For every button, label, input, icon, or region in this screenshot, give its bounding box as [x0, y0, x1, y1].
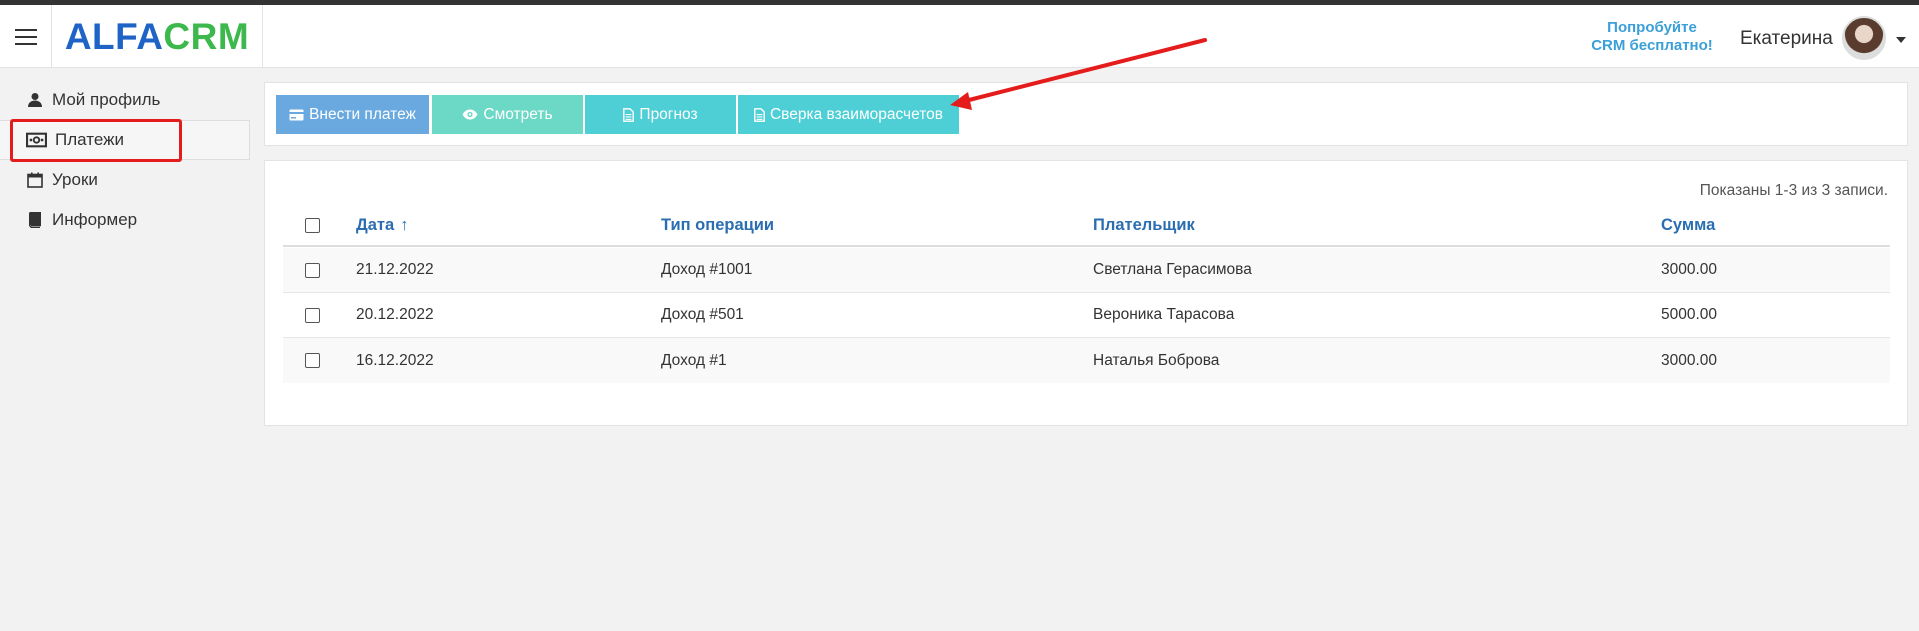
cell-sum: 5000.00 [1661, 306, 1718, 323]
cell-type: Доход #1001 [661, 261, 753, 278]
sort-asc-icon: ↑ [400, 215, 409, 234]
book-icon [29, 212, 41, 228]
cell-date: 21.12.2022 [356, 261, 434, 278]
table-header: Дата ↑ Тип операции Плательщик Сумма [283, 205, 1890, 247]
sidebar-item-label: Платежи [55, 130, 124, 149]
header: ALFACRM Попробуйте CRM бесплатно! Екатер… [0, 5, 1919, 68]
reconciliation-label: Сверка взаиморасчетов [769, 105, 944, 123]
sidebar-item-label: Уроки [52, 170, 98, 189]
row-checkbox-cell [305, 338, 320, 383]
logo-link[interactable]: ALFACRM [52, 5, 263, 68]
try-free-link[interactable]: Попробуйте CRM бесплатно! [1582, 19, 1722, 55]
eye-icon [462, 109, 478, 120]
row-checkbox-cell [305, 293, 320, 337]
sidebar-item-label: Информер [52, 210, 138, 229]
sidebar-item-informer[interactable]: Информер [0, 200, 250, 240]
sidebar-item-label: Мой профиль [52, 90, 161, 109]
chevron-down-icon[interactable] [1896, 37, 1906, 43]
table-summary: Показаны 1-3 из 3 записи. [1699, 182, 1888, 199]
add-payment-button[interactable]: Внести платеж [276, 95, 429, 134]
reconciliation-button[interactable]: Сверка взаиморасчетов [738, 95, 959, 134]
money-icon [26, 132, 47, 148]
row-checkbox[interactable] [305, 307, 320, 323]
table-row[interactable]: 16.12.2022 Доход #1 Наталья Боброва 3000… [283, 338, 1890, 383]
cell-sum: 3000.00 [1661, 261, 1718, 278]
logo-part-alfa: ALFA [64, 15, 164, 57]
credit-card-icon [289, 109, 304, 120]
row-checkbox[interactable] [305, 262, 320, 278]
sidebar: Мой профиль Платежи Уроки Информер [0, 80, 250, 240]
select-all-cell [305, 205, 320, 245]
table-row[interactable]: 20.12.2022 Доход #501 Вероника Тарасова … [283, 293, 1890, 338]
column-header-date-label: Дата [356, 215, 395, 234]
try-free-line2: CRM бесплатно! [1591, 37, 1713, 54]
column-header-date[interactable]: Дата ↑ [356, 205, 408, 245]
user-name[interactable]: Екатерина [1740, 28, 1833, 50]
table-row[interactable]: 21.12.2022 Доход #1001 Светлана Герасимо… [283, 248, 1890, 293]
cell-sum: 3000.00 [1661, 351, 1718, 369]
column-header-sum[interactable]: Сумма [1661, 205, 1715, 245]
sidebar-item-lessons[interactable]: Уроки [0, 160, 250, 200]
column-header-payer[interactable]: Плательщик [1093, 205, 1195, 245]
toolbar-panel: Внести платеж Смотреть Прогноз Сверка вз… [264, 82, 1908, 146]
forecast-button[interactable]: Прогноз [585, 95, 736, 134]
logo-part-crm: CRM [163, 15, 250, 57]
row-checkbox[interactable] [305, 353, 320, 368]
user-icon [28, 93, 42, 107]
document-icon [754, 107, 765, 122]
avatar[interactable] [1842, 16, 1886, 60]
sidebar-item-profile[interactable]: Мой профиль [0, 80, 250, 120]
cell-payer: Вероника Тарасова [1093, 306, 1235, 323]
calendar-icon [27, 172, 43, 188]
try-free-line1: Попробуйте [1607, 19, 1697, 36]
sidebar-item-payments[interactable]: Платежи [0, 120, 250, 160]
menu-toggle-button[interactable] [0, 5, 52, 68]
logo: ALFACRM [65, 16, 249, 58]
column-header-type[interactable]: Тип операции [661, 205, 774, 245]
forecast-label: Прогноз [639, 105, 698, 123]
view-button[interactable]: Смотреть [432, 95, 583, 134]
cell-type: Доход #1 [661, 351, 727, 369]
select-all-checkbox[interactable] [305, 217, 320, 233]
payments-table-panel: Показаны 1-3 из 3 записи. Дата ↑ Тип опер… [264, 160, 1908, 426]
row-checkbox-cell [305, 248, 320, 292]
cell-type: Доход #501 [661, 306, 744, 323]
document-icon [623, 107, 635, 122]
hamburger-icon [14, 26, 37, 47]
add-payment-label: Внести платеж [309, 105, 416, 123]
cell-date: 20.12.2022 [356, 306, 434, 323]
cell-payer: Светлана Герасимова [1093, 261, 1252, 278]
view-label: Смотреть [483, 105, 553, 123]
cell-payer: Наталья Боброва [1093, 351, 1220, 369]
cell-date: 16.12.2022 [356, 351, 434, 369]
